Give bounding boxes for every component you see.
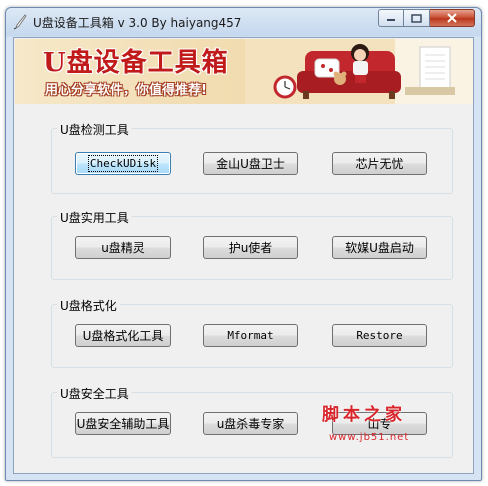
minimize-icon [387, 19, 395, 21]
header-banner: U盘设备工具箱 用心分享软件，你值得推荐! [15, 39, 473, 104]
group-format-tools: U盘格式化 U盘格式化工具 Mformat Restore [51, 297, 453, 368]
maximize-button[interactable] [404, 9, 430, 27]
quill-pen-icon [13, 14, 27, 30]
hu-u-shizhe-button[interactable]: 护u使者 [203, 236, 298, 259]
group-utility-tools: U盘实用工具 u盘精灵 护u使者 软媒U盘启动 [51, 209, 453, 280]
button-label: 芯片无忧 [355, 157, 404, 171]
caption-buttons [378, 9, 475, 27]
udisk-jingling-button[interactable]: u盘精灵 [75, 236, 171, 259]
ruanmei-udisk-boot-button[interactable]: 软媒U盘启动 [332, 236, 427, 259]
udisk-format-tool-button[interactable]: U盘格式化工具 [75, 324, 171, 347]
app-window: U盘设备工具箱 v 3.0 By haiyang457 U盘设备工具箱 用心分享… [5, 7, 482, 481]
restore-button[interactable]: Restore [332, 324, 427, 347]
banner-illustration [245, 39, 473, 104]
button-label: u盘杀毒专家 [216, 417, 285, 431]
mformat-button[interactable]: Mformat [203, 324, 298, 347]
close-button[interactable] [430, 9, 475, 27]
button-label: u盘精灵 [101, 241, 145, 255]
watermark-url: www.jb51.net [329, 432, 410, 443]
button-label: CheckUDisk [87, 155, 159, 172]
button-label: 金山U盘卫士 [216, 157, 285, 171]
window-title: U盘设备工具箱 v 3.0 By haiyang457 [33, 16, 242, 30]
chip-wuyou-button[interactable]: 芯片无忧 [332, 152, 427, 175]
button-label: 软媒U盘启动 [345, 241, 414, 255]
group-label: U盘格式化 [57, 297, 120, 314]
udisk-security-helper-button[interactable]: U盘安全辅助工具 [75, 412, 171, 435]
button-label: U盘安全辅助工具 [76, 417, 170, 431]
group-detect-tools: U盘检测工具 CheckUDisk 金山U盘卫士 芯片无忧 [51, 121, 453, 194]
group-label: U盘安全工具 [57, 385, 132, 402]
udisk-antivirus-expert-button[interactable]: u盘杀毒专家 [203, 412, 298, 435]
maximize-icon [411, 13, 422, 23]
close-icon [447, 13, 457, 23]
button-label: U盘格式化工具 [82, 329, 164, 343]
jinshan-udisk-guard-button[interactable]: 金山U盘卫士 [203, 152, 298, 175]
button-label: Restore [356, 329, 403, 342]
banner-slogan: 用心分享软件，你值得推荐! [45, 83, 207, 98]
banner-title: U盘设备工具箱 [43, 48, 229, 78]
group-label: U盘实用工具 [57, 209, 132, 226]
title-bar[interactable]: U盘设备工具箱 v 3.0 By haiyang457 [6, 8, 481, 36]
button-label: Mformat [227, 329, 274, 342]
button-label: 护u使者 [228, 241, 273, 255]
site-watermark: 脚本之家 [322, 405, 406, 425]
group-label: U盘检测工具 [57, 121, 132, 138]
check-udisk-button[interactable]: CheckUDisk [75, 152, 171, 175]
minimize-button[interactable] [378, 9, 404, 27]
